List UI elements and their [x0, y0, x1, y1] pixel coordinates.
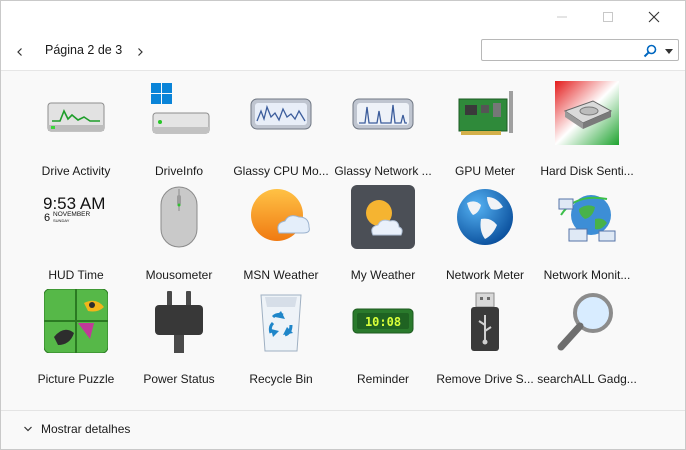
gadget-label: HUD Time [48, 268, 104, 282]
hud-weekday-value: SUNDAY [53, 218, 70, 223]
drive-activity-icon [47, 102, 105, 132]
close-icon [648, 11, 660, 23]
gadget-label: GPU Meter [454, 164, 515, 178]
network-monitor-icon [352, 98, 414, 130]
page-indicator: Página 2 de 3 [45, 43, 123, 57]
gadget-label: Power Status [143, 372, 215, 386]
clock-icon: 9:53 AM 6 NOVEMBER SUNDAY [44, 194, 105, 224]
minimize-icon [557, 16, 567, 18]
recycle-bin-icon [260, 294, 302, 352]
gadget-tile-driveinfo[interactable]: DriveInfo [128, 73, 230, 178]
gadget-label: Glassy CPU Mo... [233, 164, 329, 178]
gadget-label: Glassy Network ... [334, 164, 432, 178]
chevron-left-icon [17, 48, 22, 56]
search-options-dropdown-icon[interactable] [662, 44, 676, 58]
gadget-tile-hard-disk-sentinel[interactable]: Hard Disk Senti... [536, 73, 638, 178]
details-footer: Mostrar detalhes [1, 410, 685, 449]
weather-icon [251, 189, 310, 241]
next-page-button[interactable] [130, 42, 150, 62]
weather-dark-icon [351, 185, 415, 249]
drive-info-icon [151, 83, 210, 134]
gadget-label: DriveInfo [154, 164, 204, 178]
hud-month-value: NOVEMBER [53, 211, 91, 218]
gadget-tile-mousometer[interactable]: Mousometer [128, 177, 230, 282]
chevron-right-icon [138, 48, 143, 56]
maximize-icon [603, 12, 613, 22]
gadget-tile-gpu-meter[interactable]: GPU Meter [434, 73, 536, 178]
gadget-label: Network Monit... [543, 268, 631, 282]
reminder-display: 10:08 [365, 315, 401, 329]
reminder-icon: 10:08 [352, 308, 414, 334]
gadget-gallery-window: Página 2 de 3 Drive Activity DriveInfo G… [0, 0, 686, 450]
show-details-toggle[interactable]: Mostrar detalhes [23, 419, 130, 439]
gadget-tile-remove-drive[interactable]: Remove Drive S... [434, 281, 536, 386]
gadget-tile-network-meter[interactable]: Network Meter [434, 177, 536, 282]
previous-page-button[interactable] [10, 42, 30, 62]
mouse-icon [160, 186, 198, 248]
network-globe-icon [558, 195, 616, 242]
search-box [481, 39, 679, 61]
gallery-toolbar: Página 2 de 3 [1, 33, 685, 71]
cpu-monitor-icon [250, 98, 312, 130]
close-button[interactable] [631, 1, 677, 33]
gpu-card-icon [458, 91, 513, 135]
gadget-tile-glassy-network[interactable]: Glassy Network ... [332, 73, 434, 178]
gadget-tile-glassy-cpu[interactable]: Glassy CPU Mo... [230, 73, 332, 178]
gadget-label: My Weather [350, 268, 416, 282]
gadget-label: Remove Drive S... [436, 372, 534, 386]
gadget-tile-msn-weather[interactable]: MSN Weather [230, 177, 332, 282]
chevron-down-icon [24, 426, 32, 432]
usb-drive-icon [471, 292, 499, 351]
gadget-grid: Drive Activity DriveInfo Glassy CPU Mo..… [1, 71, 685, 407]
gadget-label: Network Meter [445, 268, 525, 282]
maximize-button[interactable] [585, 1, 631, 33]
gadget-tile-reminder[interactable]: 10:08 Reminder [332, 281, 434, 386]
hard-disk-icon [555, 81, 619, 145]
gadget-tile-drive-activity[interactable]: Drive Activity [25, 73, 127, 178]
gadget-tile-network-monitor[interactable]: Network Monit... [536, 177, 638, 282]
show-details-label: Mostrar detalhes [41, 422, 131, 436]
gadget-label: Recycle Bin [249, 372, 313, 386]
gadget-tile-recycle-bin[interactable]: Recycle Bin [230, 281, 332, 386]
gadget-tile-searchall[interactable]: searchALL Gadg... [536, 281, 638, 386]
minimize-button[interactable] [539, 1, 585, 33]
puzzle-icon [44, 289, 108, 353]
gadget-label: searchALL Gadg... [537, 372, 637, 386]
search-icon[interactable] [642, 43, 658, 59]
gadget-label: MSN Weather [243, 268, 319, 282]
gadget-label: Picture Puzzle [37, 372, 115, 386]
gadget-tile-my-weather[interactable]: My Weather [332, 177, 434, 282]
gadget-label: Mousometer [145, 268, 213, 282]
gadget-label: Hard Disk Senti... [540, 164, 634, 178]
gadget-tile-power-status[interactable]: Power Status [128, 281, 230, 386]
magnifier-icon [557, 293, 613, 351]
gadget-tile-hud-time[interactable]: 9:53 AM 6 NOVEMBER SUNDAY HUD Time [25, 177, 127, 282]
globe-icon [457, 189, 513, 245]
hud-day-value: 6 [44, 212, 50, 224]
gadget-label: Drive Activity [41, 164, 111, 178]
search-input[interactable] [486, 42, 638, 58]
gadget-label: Reminder [356, 372, 410, 386]
power-plug-icon [155, 291, 203, 353]
title-bar [1, 1, 685, 33]
gadget-tile-picture-puzzle[interactable]: Picture Puzzle [25, 281, 127, 386]
